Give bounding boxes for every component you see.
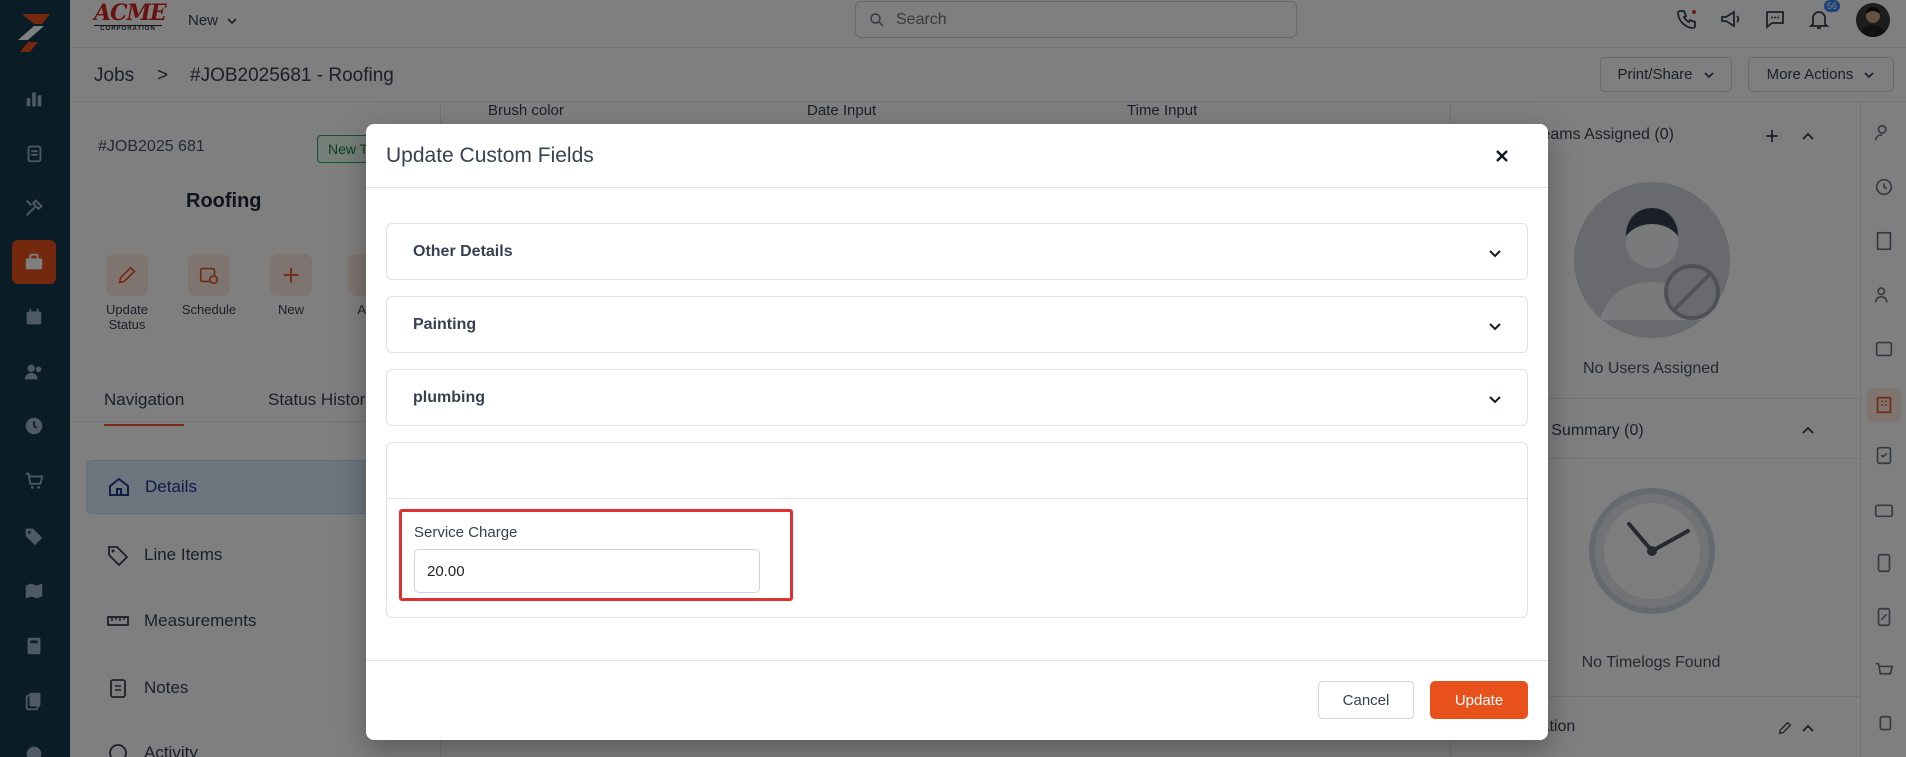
accordion-label: plumbing — [413, 389, 485, 406]
close-button[interactable] — [1490, 144, 1514, 168]
accordion-painting[interactable]: Painting — [386, 296, 1528, 353]
modal-footer: Cancel Update — [366, 660, 1548, 740]
divider — [387, 498, 1527, 499]
update-button[interactable]: Update — [1430, 681, 1528, 719]
modal-header: Update Custom Fields — [366, 124, 1548, 188]
accordion-other-details[interactable]: Other Details — [386, 223, 1528, 280]
update-custom-fields-modal: Update Custom Fields Other Details Paint… — [366, 124, 1548, 740]
accordion-plumbing[interactable]: plumbing — [386, 369, 1528, 426]
accordion-label: Painting — [413, 316, 477, 333]
modal-title: Update Custom Fields — [386, 144, 594, 167]
cancel-button[interactable]: Cancel — [1318, 681, 1414, 719]
chevron-down-icon — [1489, 396, 1501, 404]
custom-fields-panel: Service Charge — [386, 442, 1528, 618]
accordion-label: Other Details — [413, 243, 513, 260]
close-icon — [1496, 150, 1508, 162]
service-charge-label: Service Charge — [414, 524, 518, 541]
chevron-down-icon — [1489, 250, 1501, 258]
service-charge-input[interactable] — [414, 549, 760, 593]
chevron-down-icon — [1489, 323, 1501, 331]
